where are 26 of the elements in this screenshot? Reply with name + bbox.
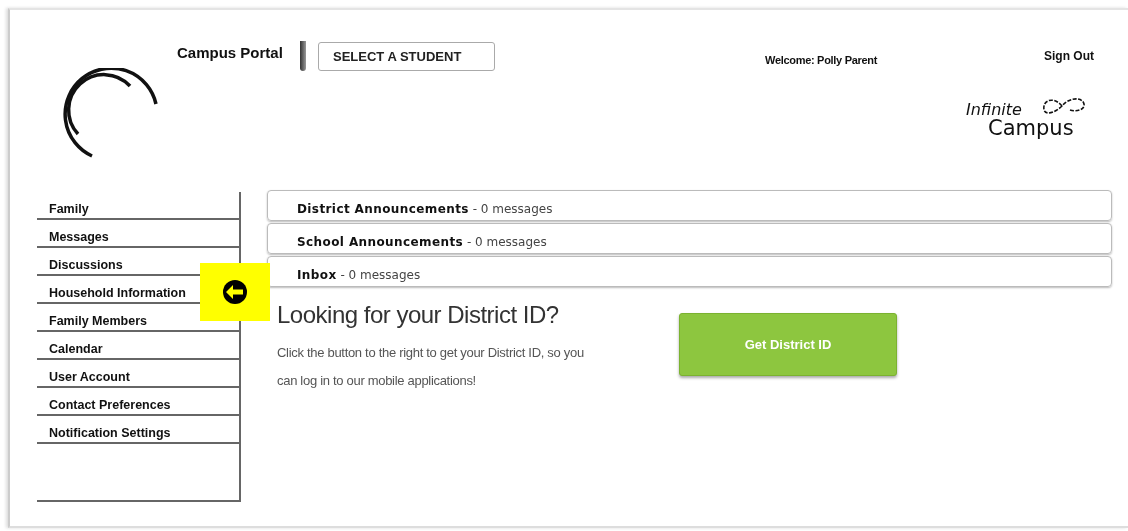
swoosh-logo-icon (62, 68, 158, 158)
panel-title: District Announcements - 0 messages (297, 202, 553, 216)
logo-text: Infinite (966, 100, 1022, 119)
sidebar-item[interactable]: Messages (49, 230, 109, 244)
sidebar-item[interactable]: Contact Preferences (49, 398, 171, 412)
sidebar-item[interactable]: Calendar (49, 342, 103, 356)
sidebar-item[interactable]: Family (49, 202, 89, 216)
message-panel[interactable]: Inbox - 0 messages (267, 256, 1112, 287)
panel-title: School Announcements - 0 messages (297, 235, 547, 249)
message-panel[interactable]: School Announcements - 0 messages (267, 223, 1112, 254)
sidebar-item[interactable]: Family Members (49, 314, 147, 328)
district-id-heading: Looking for your District ID? (277, 301, 560, 329)
sidebar-item[interactable]: Household Information (49, 286, 186, 300)
district-id-text: Click the button to the right to get your District ID, so you can log in to our mobile applications! (277, 344, 585, 390)
welcome-text: Welcome: Polly Parent (765, 54, 878, 66)
divider-bar (300, 41, 306, 71)
panel-title: Inbox - 0 messages (297, 268, 421, 282)
logo-text: Campus (988, 116, 1074, 140)
portal-title: Campus Portal (177, 44, 283, 61)
arrow-left-icon (222, 279, 248, 305)
message-panel[interactable]: District Announcements - 0 messages (267, 190, 1112, 221)
sidebar-item[interactable]: Discussions (49, 258, 123, 272)
select-student-button[interactable]: SELECT A STUDENT (318, 42, 495, 71)
sign-out-link[interactable]: Sign Out (1044, 49, 1094, 63)
sidebar-item[interactable]: Notification Settings (49, 426, 171, 440)
sidebar-item[interactable]: User Account (49, 370, 130, 384)
